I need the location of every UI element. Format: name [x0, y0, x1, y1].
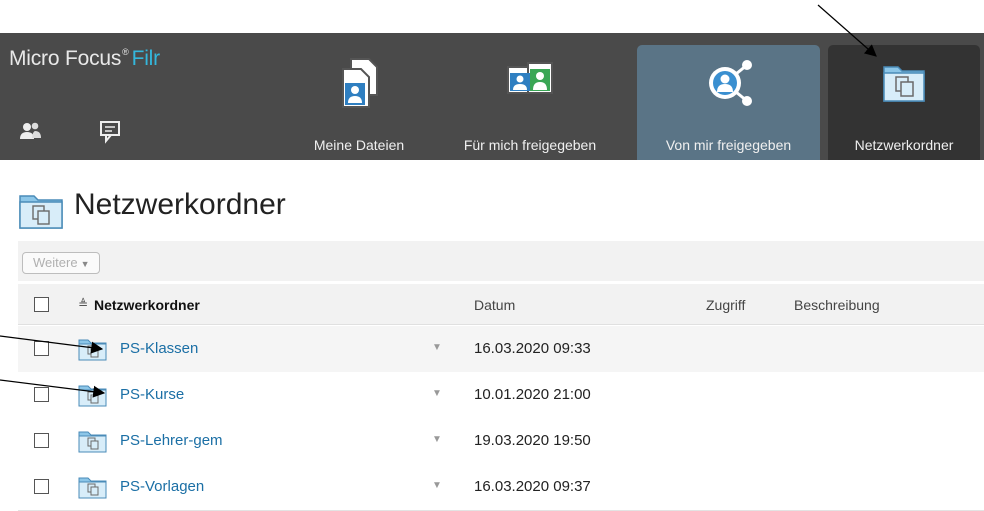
brand-product: Filr [131, 47, 161, 70]
row-date: 19.03.2020 19:50 [474, 432, 591, 449]
column-header-access[interactable]: Zugriff [706, 297, 745, 313]
page-title: Netzwerkordner [74, 188, 286, 221]
tab-shared-by-me[interactable]: Von mir freigegeben [637, 45, 820, 160]
tab-label: Meine Dateien [313, 137, 405, 153]
shared-by-me-icon [699, 53, 759, 113]
table-row[interactable]: PS-Kurse ▼ 10.01.2020 21:00 [18, 372, 984, 419]
folder-link[interactable]: PS-Kurse [120, 386, 184, 403]
brand-reg-mark: ® [122, 47, 129, 57]
folder-link[interactable]: PS-Lehrer-gem [120, 432, 223, 449]
row-checkbox[interactable] [34, 387, 49, 402]
folder-link[interactable]: PS-Vorlagen [120, 478, 204, 495]
folder-link[interactable]: PS-Klassen [120, 340, 198, 357]
tab-label: Für mich freigegeben [463, 137, 597, 153]
more-button-label: Weitere [33, 255, 78, 270]
table-toolbar: Weitere ▼ [18, 241, 984, 281]
row-date: 16.03.2020 09:37 [474, 478, 591, 495]
shared-with-me-icon [500, 53, 560, 113]
table-row[interactable]: PS-Lehrer-gem ▼ 19.03.2020 19:50 [18, 418, 984, 465]
sort-ascending-icon[interactable]: ≜ [78, 297, 88, 311]
row-checkbox[interactable] [34, 479, 49, 494]
tab-my-files[interactable]: Meine Dateien [290, 33, 428, 160]
row-date: 16.03.2020 09:33 [474, 340, 591, 357]
tab-shared-with-me[interactable]: Für mich freigegeben [440, 33, 620, 160]
more-button[interactable]: Weitere ▼ [22, 252, 101, 274]
app-header: Micro Focus® Filr Meine Dateien Für mich… [0, 33, 984, 160]
tab-label: Von mir freigegeben [665, 137, 792, 153]
my-files-icon [329, 53, 389, 113]
tab-label: Netzwerkordner [854, 137, 954, 153]
net-folder-icon [19, 195, 63, 229]
column-header-date[interactable]: Datum [474, 297, 515, 313]
row-menu-caret-icon[interactable]: ▼ [432, 480, 442, 491]
select-all-checkbox[interactable] [34, 297, 49, 312]
row-menu-caret-icon[interactable]: ▼ [432, 388, 442, 399]
caret-down-icon: ▼ [80, 259, 90, 269]
brand-logo: Micro Focus® Filr [9, 47, 160, 71]
net-folder-icon[interactable] [78, 475, 108, 499]
row-checkbox[interactable] [34, 341, 49, 356]
table-header: ≜ Netzwerkordner Datum Zugriff Beschreib… [18, 284, 984, 325]
row-date: 10.01.2020 21:00 [474, 386, 591, 403]
net-folder-icon[interactable] [78, 337, 108, 361]
row-checkbox[interactable] [34, 433, 49, 448]
table-row[interactable]: PS-Klassen ▼ 16.03.2020 09:33 [18, 326, 984, 373]
comment-icon[interactable] [98, 118, 124, 144]
column-header-description[interactable]: Beschreibung [794, 297, 880, 313]
people-icon[interactable] [18, 118, 44, 144]
row-menu-caret-icon[interactable]: ▼ [432, 342, 442, 353]
net-folder-icon[interactable] [78, 383, 108, 407]
row-menu-caret-icon[interactable]: ▼ [432, 434, 442, 445]
tab-net-folders[interactable]: Netzwerkordner [828, 45, 980, 160]
column-header-name[interactable]: Netzwerkordner [94, 297, 200, 313]
net-folder-icon[interactable] [78, 429, 108, 453]
brand-name: Micro Focus [9, 47, 122, 70]
net-folders-icon [874, 53, 934, 113]
